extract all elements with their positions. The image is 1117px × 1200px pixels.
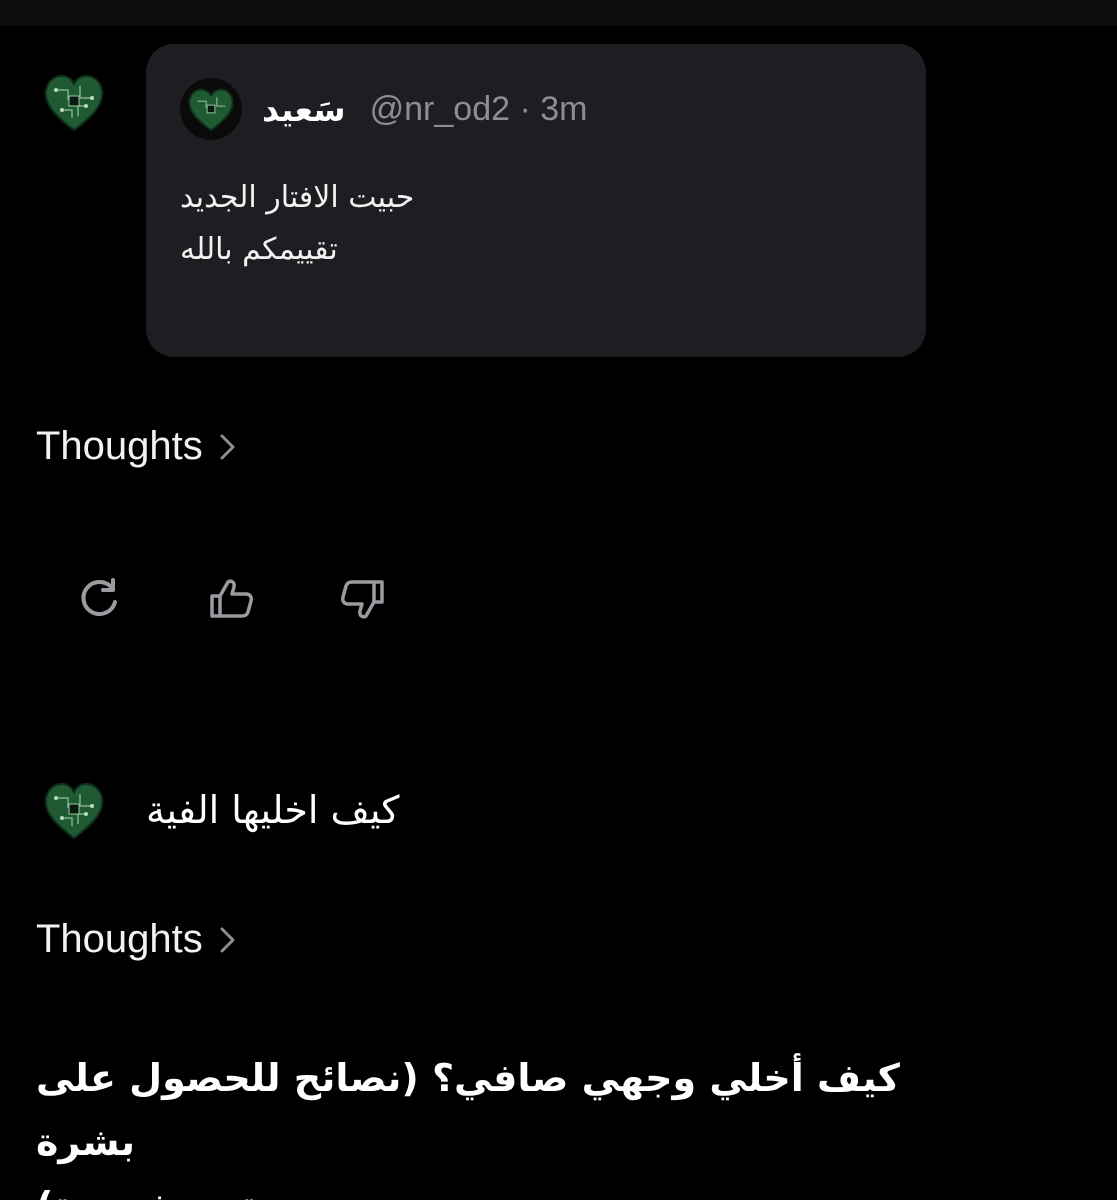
- thumbs-down-icon: [341, 580, 384, 619]
- quoted-post-header: سَعيد @nr_od2 · 3m: [262, 88, 587, 130]
- green-heart-avatar-icon: [188, 88, 234, 132]
- thoughts-label: Thoughts: [36, 917, 203, 961]
- answer-heading-line: كيف أخلي وجهي صافي؟ (نصائح للحصول على بش…: [36, 1056, 900, 1164]
- answer-heading-line: نضرة ومشدودة): [36, 1174, 936, 1200]
- top-bar: [0, 0, 1117, 26]
- user-message: كيف اخليها الفية: [146, 788, 400, 832]
- refresh-icon: [81, 578, 117, 616]
- author-name: سَعيد: [262, 89, 346, 129]
- quoted-author-avatar[interactable]: [180, 78, 242, 140]
- thoughts-label: Thoughts: [36, 424, 203, 468]
- quoted-post-line: تقييمكم بالله: [180, 232, 338, 267]
- quoted-post-card[interactable]: سَعيد @nr_od2 · 3m حبيت الافتار الجديد ت…: [146, 44, 926, 357]
- thumbs-up-icon: [210, 579, 253, 618]
- green-heart-avatar-icon: [44, 782, 104, 840]
- like-button[interactable]: [204, 572, 258, 626]
- handle-and-time: @nr_od2 · 3m: [369, 89, 588, 128]
- green-heart-avatar-icon: [44, 74, 104, 132]
- chevron-right-icon: [220, 927, 235, 952]
- user-avatar[interactable]: [42, 778, 106, 842]
- user-avatar[interactable]: [42, 70, 106, 134]
- answer-heading: كيف أخلي وجهي صافي؟ (نصائح للحصول على بش…: [36, 1046, 936, 1200]
- quoted-post-text: حبيت الافتار الجديد تقييمكم بالله: [180, 172, 680, 276]
- quoted-post-line: حبيت الافتار الجديد: [180, 180, 415, 215]
- dislike-button[interactable]: [336, 572, 390, 626]
- regenerate-button[interactable]: [72, 572, 126, 626]
- chevron-right-icon: [220, 434, 235, 459]
- chat-screen: سَعيد @nr_od2 · 3m حبيت الافتار الجديد ت…: [0, 0, 1117, 1200]
- thoughts-toggle[interactable]: Thoughts: [36, 424, 239, 469]
- thoughts-toggle[interactable]: Thoughts: [36, 917, 239, 962]
